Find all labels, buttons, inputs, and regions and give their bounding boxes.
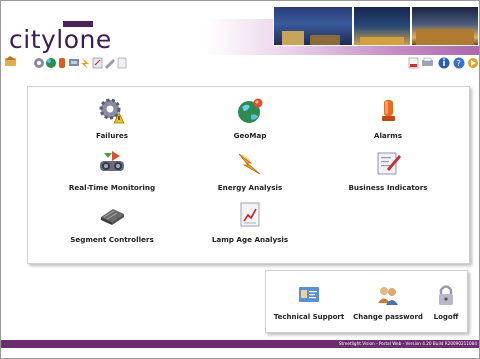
tile-lamp-age-analysis[interactable]: Lamp Age Analysis xyxy=(180,201,320,251)
tile-label: Failures xyxy=(95,131,129,140)
gear-warning-icon xyxy=(99,98,125,124)
energy-icon[interactable] xyxy=(81,58,89,69)
tile-label: Business Indicators xyxy=(348,183,428,192)
tile-label: Real-Time Monitoring xyxy=(68,183,156,192)
home-icon[interactable] xyxy=(5,56,16,66)
report-icon[interactable] xyxy=(92,57,103,69)
business-indicators-icon xyxy=(377,152,401,175)
lamp-age-chart-icon xyxy=(240,202,260,227)
alarm-icon xyxy=(382,100,395,121)
version-text: Streetlight.Vision - Portal Web - Versio… xyxy=(338,341,477,346)
tile-alarms[interactable]: Alarms xyxy=(318,97,458,147)
account-panel: Technical Support Change password Logoff xyxy=(265,270,468,333)
main-menu-panel: Failures GeoMap Alarms Real-Time Monitor… xyxy=(27,86,470,264)
globe-icon[interactable] xyxy=(46,58,56,68)
header: citylone xyxy=(1,1,479,61)
banner-photo-building xyxy=(273,6,353,46)
footer: Streetlight.Vision - Portal Web - Versio… xyxy=(1,340,479,348)
tile-business-indicators[interactable]: Business Indicators xyxy=(318,149,458,199)
help-icon[interactable]: ? xyxy=(453,57,465,69)
logo-text[interactable]: citylone xyxy=(9,25,112,54)
technical-support-button[interactable]: Technical Support xyxy=(270,283,348,327)
tile-label: Lamp Age Analysis xyxy=(211,235,289,244)
tile-energy-analysis[interactable]: Energy Analysis xyxy=(180,149,320,199)
tile-label: Segment Controllers xyxy=(70,235,154,244)
info-icon[interactable] xyxy=(438,57,450,69)
globe-icon xyxy=(238,98,263,123)
button-label: Logoff xyxy=(433,313,459,321)
change-password-button[interactable]: Change password xyxy=(350,283,426,327)
monitoring-icon xyxy=(100,151,124,171)
banner-photo-street xyxy=(353,6,411,46)
pdf-icon[interactable] xyxy=(408,57,419,69)
tile-real-time-monitoring[interactable]: Real-Time Monitoring xyxy=(42,149,182,199)
tile-label: Energy Analysis xyxy=(217,183,283,192)
monitor-icon[interactable] xyxy=(69,59,79,66)
banner-photo-plaza xyxy=(411,6,479,46)
segment-controller-icon xyxy=(101,209,124,225)
tile-label: GeoMap xyxy=(233,131,267,140)
tile-geomap[interactable]: GeoMap xyxy=(180,97,320,147)
tile-failures[interactable]: Failures xyxy=(42,97,182,147)
toolbar: ? xyxy=(1,55,479,71)
toolbar-icons: ? xyxy=(5,56,478,69)
gear-icon[interactable] xyxy=(34,58,44,68)
padlock-icon xyxy=(439,285,453,305)
users-icon xyxy=(378,287,398,305)
pen-icon[interactable] xyxy=(105,59,115,69)
tile-label: Alarms xyxy=(373,131,403,140)
energy-icon xyxy=(238,153,261,175)
alarm-icon[interactable] xyxy=(59,58,65,68)
document-icon[interactable] xyxy=(117,57,127,69)
button-label: Technical Support xyxy=(273,313,345,321)
print-icon[interactable] xyxy=(422,57,433,66)
button-label: Change password xyxy=(353,313,423,321)
support-card-icon xyxy=(299,287,319,302)
svg-text:?: ? xyxy=(457,59,461,68)
logoff-button[interactable]: Logoff xyxy=(428,283,464,327)
exit-icon[interactable] xyxy=(468,58,478,68)
tile-segment-controllers[interactable]: Segment Controllers xyxy=(42,201,182,251)
